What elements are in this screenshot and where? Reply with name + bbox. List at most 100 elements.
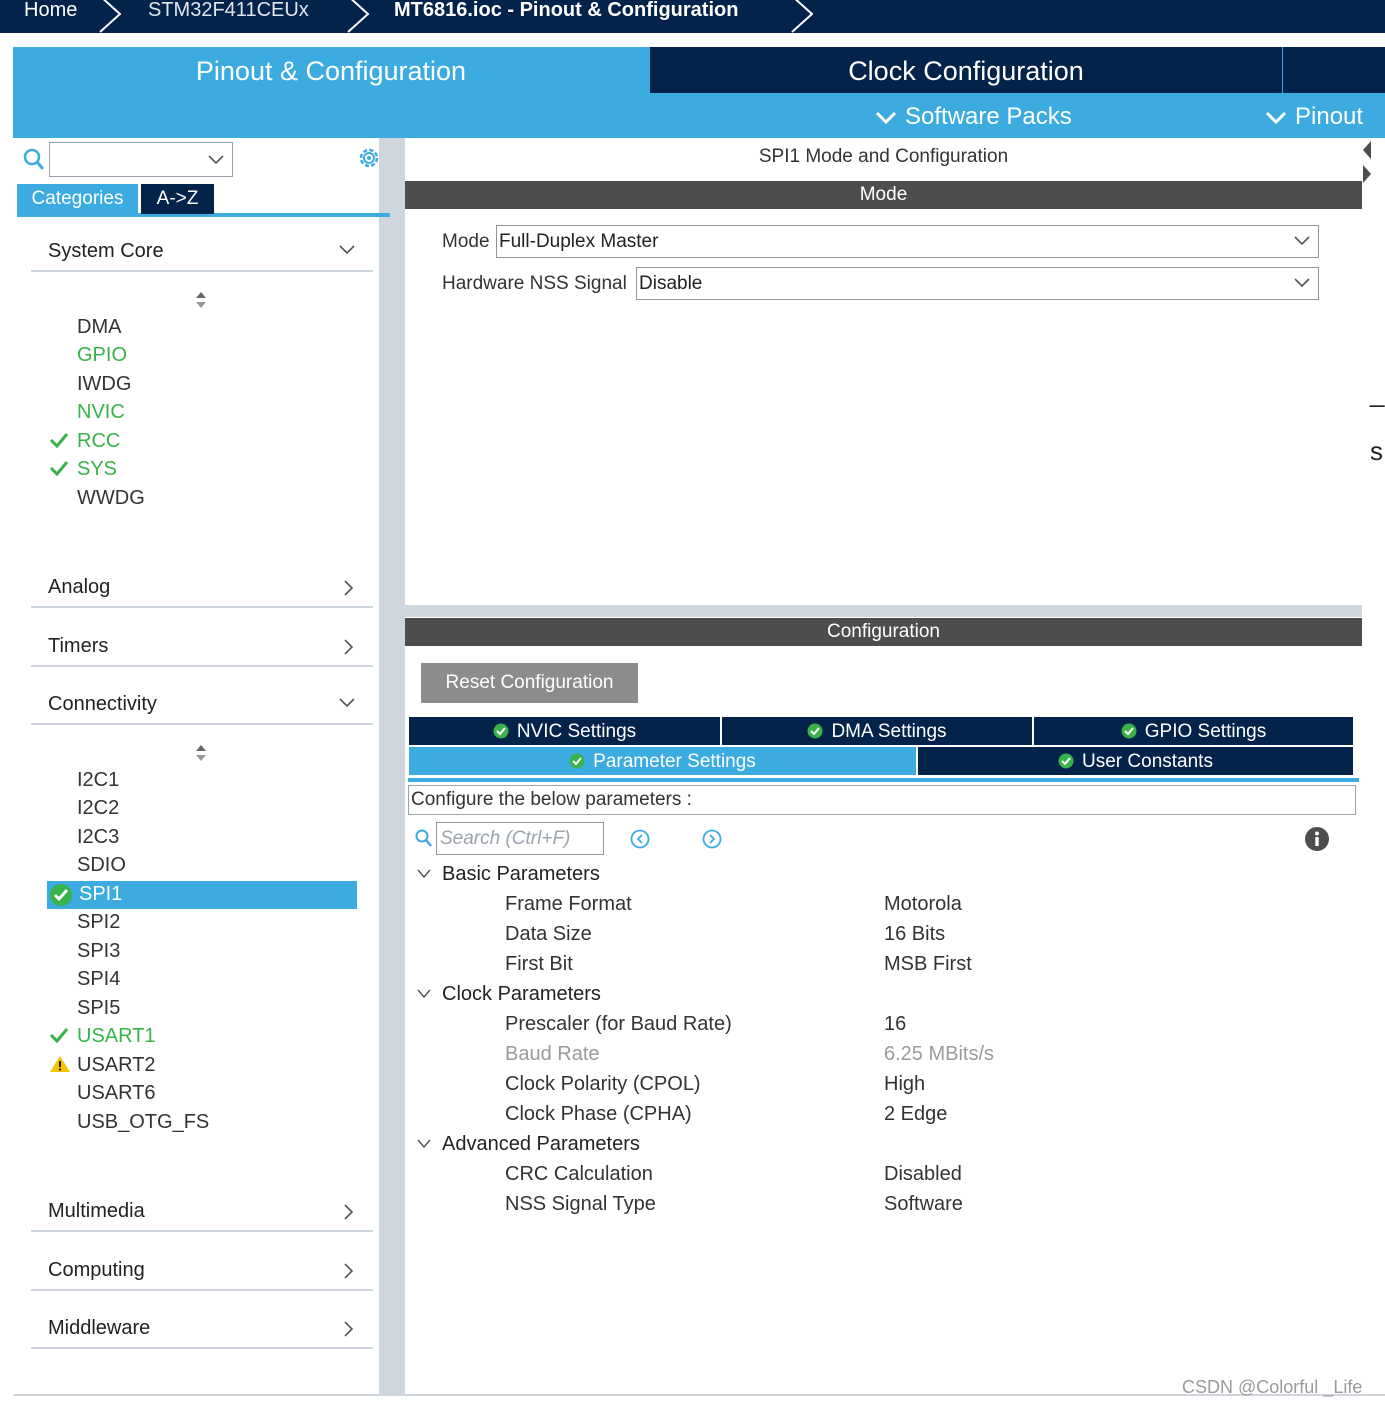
- param-value[interactable]: Motorola: [884, 893, 962, 916]
- list-item-usart6[interactable]: USART6: [77, 1082, 156, 1105]
- list-item-wwdg[interactable]: WWDG: [77, 487, 145, 510]
- list-item-spi4[interactable]: SPI4: [77, 968, 120, 991]
- group-clock-parameters[interactable]: Clock Parameters: [442, 983, 601, 1006]
- param-name: Baud Rate: [505, 1043, 600, 1065]
- pinout-menu-label: Pinout: [1295, 103, 1364, 130]
- chevron-down-icon[interactable]: [417, 1139, 431, 1149]
- list-item-spi5[interactable]: SPI5: [77, 997, 120, 1020]
- section-computing[interactable]: Computing: [31, 1255, 373, 1291]
- chevron-right-icon: [344, 1321, 354, 1337]
- section-timers[interactable]: Timers: [31, 631, 373, 667]
- tab-label: Parameter Settings: [593, 751, 756, 772]
- tab-label: GPIO Settings: [1144, 721, 1267, 742]
- list-item-i2c3[interactable]: I2C3: [77, 826, 119, 849]
- next-match-icon[interactable]: [702, 829, 722, 849]
- tab-underline: [408, 778, 1359, 782]
- tab-pinout-configuration[interactable]: Pinout & Configuration: [13, 47, 649, 93]
- section-label: Timers: [48, 635, 109, 657]
- tab-user-constants[interactable]: User Constants: [918, 747, 1353, 775]
- list-item-sys[interactable]: SYS: [77, 458, 117, 481]
- check-circle-icon: [569, 753, 585, 769]
- section-multimedia[interactable]: Multimedia: [31, 1196, 373, 1232]
- group-advanced-parameters[interactable]: Advanced Parameters: [442, 1133, 640, 1156]
- param-value[interactable]: Disabled: [884, 1163, 962, 1186]
- list-item-usb-otg-fs[interactable]: USB_OTG_FS: [77, 1111, 209, 1134]
- section-label: Middleware: [48, 1317, 151, 1339]
- sort-icon[interactable]: [194, 744, 208, 762]
- tab-label: DMA Settings: [831, 721, 947, 742]
- breadcrumb-project[interactable]: MT6816.ioc - Pinout & Configuration: [394, 0, 738, 33]
- list-item-spi3[interactable]: SPI3: [77, 940, 120, 963]
- watermark: CSDN @Colorful _Life: [1182, 1377, 1363, 1397]
- info-icon[interactable]: [1304, 826, 1330, 852]
- mode-label: Mode: [442, 231, 490, 252]
- mode-select[interactable]: Full-Duplex Master: [496, 225, 1319, 258]
- section-middleware[interactable]: Middleware: [31, 1313, 373, 1349]
- previous-match-icon[interactable]: [630, 829, 650, 849]
- parameters-hint: Configure the below parameters :: [408, 785, 1356, 815]
- section-label: Multimedia: [48, 1200, 145, 1222]
- section-system-core[interactable]: System Core: [31, 236, 373, 272]
- gear-icon[interactable]: [356, 145, 382, 171]
- section-label: Connectivity: [48, 693, 157, 715]
- software-packs-label: Software Packs: [905, 103, 1072, 130]
- nss-label: Hardware NSS Signal: [442, 273, 627, 294]
- check-circle-icon: [493, 723, 509, 739]
- chevron-down-icon: [1294, 278, 1310, 288]
- list-item-spi1[interactable]: SPI1: [79, 883, 122, 906]
- list-item-sdio[interactable]: SDIO: [77, 854, 126, 877]
- component-search-combo[interactable]: [49, 142, 233, 177]
- param-name: CRC Calculation: [505, 1163, 653, 1185]
- param-value[interactable]: Software: [884, 1193, 963, 1216]
- side-panel-edge: [1362, 138, 1385, 1396]
- list-item-gpio[interactable]: GPIO: [77, 344, 127, 367]
- param-value[interactable]: 16: [884, 1013, 906, 1036]
- breadcrumb-chevron-icon: [791, 0, 814, 33]
- breadcrumb-home[interactable]: Home: [24, 0, 77, 33]
- parameter-search-input[interactable]: Search (Ctrl+F): [436, 822, 604, 855]
- list-item-rcc[interactable]: RCC: [77, 430, 120, 453]
- breadcrumb-mcu[interactable]: STM32F411CEUx: [148, 0, 309, 33]
- chevron-down-icon[interactable]: [417, 989, 431, 999]
- bottom-divider: [13, 1394, 1385, 1396]
- tab-project-manager[interactable]: [1283, 47, 1385, 93]
- check-circle-icon: [807, 723, 823, 739]
- param-value[interactable]: 16 Bits: [884, 923, 945, 946]
- tab-nvic-settings[interactable]: NVIC Settings: [409, 717, 720, 745]
- mode-panel: SPI1 Mode and Configuration Mode Mode Fu…: [405, 138, 1362, 605]
- list-item-i2c1[interactable]: I2C1: [77, 769, 119, 792]
- group-basic-parameters[interactable]: Basic Parameters: [442, 863, 600, 886]
- chevron-down-icon: [339, 245, 355, 255]
- list-item-dma[interactable]: DMA: [77, 316, 121, 339]
- param-value[interactable]: MSB First: [884, 953, 972, 976]
- list-item-i2c2[interactable]: I2C2: [77, 797, 119, 820]
- list-item-nvic[interactable]: NVIC: [77, 401, 125, 424]
- tab-parameter-settings[interactable]: Parameter Settings: [409, 747, 916, 775]
- software-packs-menu[interactable]: Software Packs: [875, 99, 1072, 135]
- section-connectivity[interactable]: Connectivity: [31, 689, 373, 725]
- tab-categories[interactable]: Categories: [17, 184, 138, 214]
- collapse-arrow-icon[interactable]: [1362, 140, 1372, 184]
- tab-a-to-z[interactable]: A->Z: [141, 184, 214, 214]
- list-item-iwdg[interactable]: IWDG: [77, 373, 131, 396]
- pinout-menu[interactable]: Pinout: [1265, 99, 1363, 135]
- list-item-usart2[interactable]: USART2: [77, 1054, 156, 1077]
- tab-dma-settings[interactable]: DMA Settings: [722, 717, 1032, 745]
- nss-select[interactable]: Disable: [636, 267, 1319, 300]
- tab-gpio-settings[interactable]: GPIO Settings: [1034, 717, 1353, 745]
- sort-icon[interactable]: [194, 291, 208, 309]
- warning-icon: [50, 1056, 70, 1072]
- section-analog[interactable]: Analog: [31, 572, 373, 608]
- search-icon[interactable]: [23, 148, 45, 172]
- reset-configuration-button[interactable]: Reset Configuration: [421, 663, 638, 703]
- param-name: NSS Signal Type: [505, 1193, 656, 1215]
- param-value[interactable]: High: [884, 1073, 925, 1096]
- search-icon[interactable]: [415, 829, 433, 849]
- param-value[interactable]: 2 Edge: [884, 1103, 947, 1126]
- tab-clock-configuration[interactable]: Clock Configuration: [650, 47, 1282, 93]
- tab-label: NVIC Settings: [516, 721, 637, 742]
- list-item-usart1[interactable]: USART1: [77, 1025, 156, 1048]
- chevron-down-icon[interactable]: [417, 869, 431, 879]
- mode-select-value: Full-Duplex Master: [499, 231, 659, 252]
- list-item-spi2[interactable]: SPI2: [77, 911, 120, 934]
